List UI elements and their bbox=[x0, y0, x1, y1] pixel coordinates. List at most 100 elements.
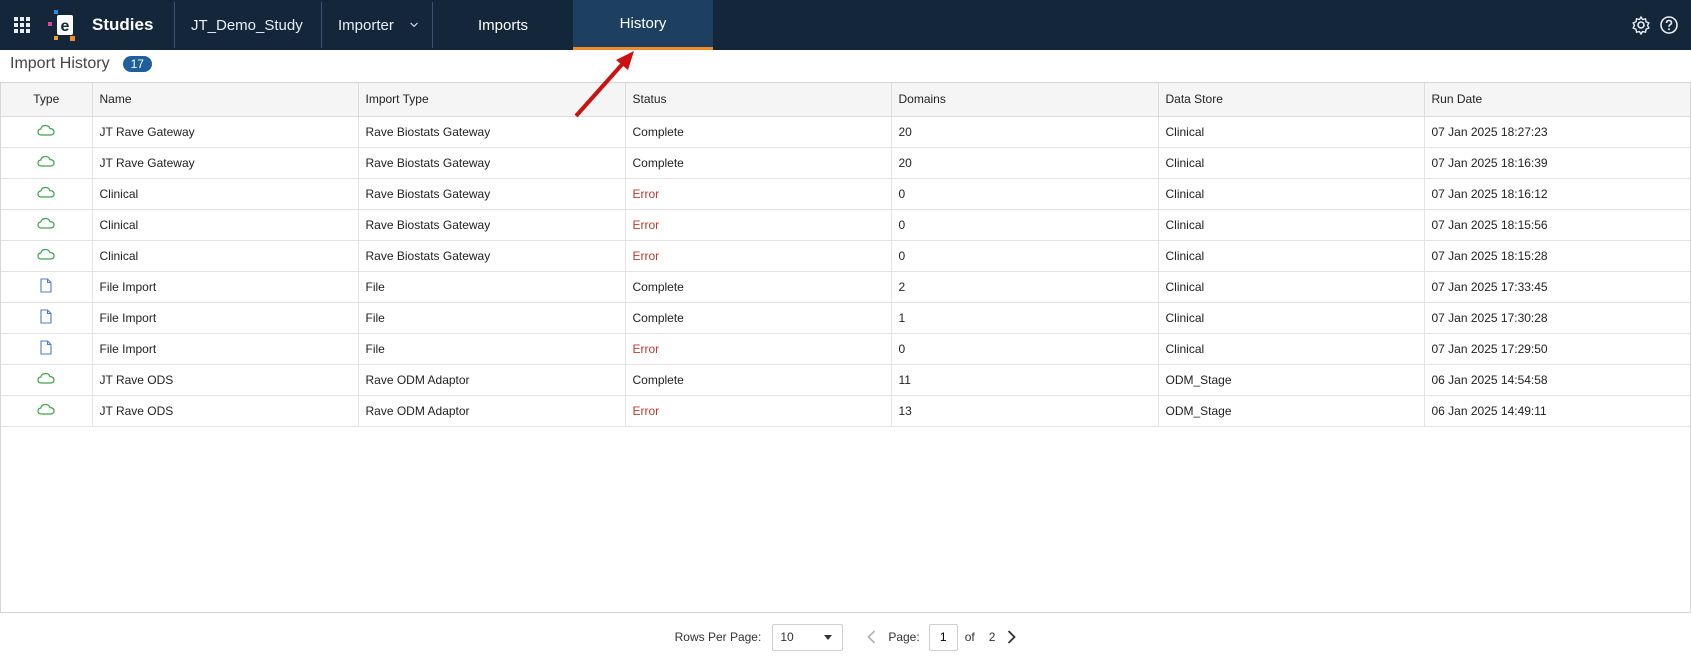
cell-import-type: File bbox=[358, 333, 626, 365]
import-history-table: Type Name Import Type Status Domains Dat… bbox=[0, 82, 1691, 613]
cell-run-date: 07 Jan 2025 18:16:12 bbox=[1424, 178, 1690, 210]
cell-status: Complete bbox=[625, 302, 892, 334]
cell-status: Error bbox=[625, 240, 892, 272]
cell-run-date: 06 Jan 2025 14:49:11 bbox=[1424, 395, 1690, 427]
table-row[interactable]: JT Rave ODS Rave ODM Adaptor Complete 11 ODM… bbox=[1, 364, 1690, 396]
cell-run-date: 07 Jan 2025 18:15:56 bbox=[1424, 209, 1690, 241]
cell-data-store: ODM_Stage bbox=[1158, 395, 1425, 427]
table-row[interactable]: File Import File Complete 2 Clinical 07 Jan 2… bbox=[1, 271, 1690, 303]
brand-title[interactable]: Studies bbox=[92, 15, 174, 35]
column-header-name[interactable]: Name bbox=[92, 83, 359, 117]
cell-import-type: Rave Biostats Gateway bbox=[358, 209, 626, 241]
table-row[interactable]: Clinical Rave Biostats Gateway Error 0 Clini… bbox=[1, 240, 1690, 272]
cell-name: JT Rave Gateway bbox=[92, 147, 359, 179]
table-row[interactable]: JT Rave Gateway Rave Biostats Gateway Comp… bbox=[1, 147, 1690, 179]
cell-domains: 2 bbox=[891, 271, 1159, 303]
total-pages: 2 bbox=[988, 630, 996, 644]
tab-imports[interactable]: Imports bbox=[433, 0, 573, 50]
table-row[interactable]: JT Rave Gateway Rave Biostats Gateway Comp… bbox=[1, 116, 1690, 148]
rows-per-page-label: Rows Per Page: bbox=[674, 630, 762, 644]
cloud-icon bbox=[37, 372, 55, 387]
cell-status: Complete bbox=[625, 364, 892, 396]
file-icon bbox=[40, 308, 52, 327]
previous-page-button[interactable] bbox=[867, 630, 876, 644]
cell-status: Complete bbox=[625, 271, 892, 303]
next-page-button[interactable] bbox=[1007, 630, 1017, 644]
cell-import-type: File bbox=[358, 271, 626, 303]
cell-type bbox=[1, 240, 93, 272]
cell-type bbox=[1, 395, 93, 427]
cell-name: File Import bbox=[92, 271, 359, 303]
module-dropdown[interactable]: Importer bbox=[322, 0, 432, 50]
cell-import-type: Rave ODM Adaptor bbox=[358, 364, 626, 396]
cell-import-type: Rave Biostats Gateway bbox=[358, 147, 626, 179]
cell-type bbox=[1, 209, 93, 241]
cell-type bbox=[1, 302, 93, 334]
cell-run-date: 07 Jan 2025 17:29:50 bbox=[1424, 333, 1690, 365]
cell-name: JT Rave Gateway bbox=[92, 116, 359, 148]
file-icon bbox=[40, 339, 52, 358]
file-icon bbox=[40, 277, 52, 296]
table-row[interactable]: Clinical Rave Biostats Gateway Error 0 Clini… bbox=[1, 178, 1690, 210]
module-dropdown-label: Importer bbox=[338, 16, 394, 34]
study-dropdown-label: JT_Demo_Study bbox=[191, 16, 303, 34]
cell-import-type: Rave Biostats Gateway bbox=[358, 178, 626, 210]
svg-text:e: e bbox=[61, 18, 70, 35]
cell-domains: 20 bbox=[891, 147, 1159, 179]
help-icon[interactable] bbox=[1659, 15, 1679, 35]
cloud-icon bbox=[37, 155, 55, 170]
cell-type bbox=[1, 147, 93, 179]
column-header-data-store[interactable]: Data Store bbox=[1158, 83, 1425, 117]
column-header-run-date[interactable]: Run Date bbox=[1424, 83, 1690, 117]
page-label: Page: bbox=[888, 630, 920, 644]
cell-name: JT Rave ODS bbox=[92, 364, 359, 396]
cell-import-type: Rave ODM Adaptor bbox=[358, 395, 626, 427]
cell-status: Error bbox=[625, 395, 892, 427]
cell-data-store: Clinical bbox=[1158, 333, 1425, 365]
cell-data-store: Clinical bbox=[1158, 302, 1425, 334]
cell-type bbox=[1, 364, 93, 396]
cell-status: Error bbox=[625, 209, 892, 241]
cell-import-type: Rave Biostats Gateway bbox=[358, 240, 626, 272]
table-row[interactable]: JT Rave ODS Rave ODM Adaptor Error 13 ODM_St… bbox=[1, 395, 1690, 427]
column-header-type[interactable]: Type bbox=[1, 83, 93, 117]
annotation-arrow-icon bbox=[574, 51, 634, 118]
table-row[interactable]: File Import File Complete 1 Clinical 07 Jan 2… bbox=[1, 302, 1690, 334]
cell-domains: 20 bbox=[891, 116, 1159, 148]
app-launcher-button[interactable] bbox=[2, 0, 42, 50]
tab-history[interactable]: History bbox=[573, 0, 713, 50]
rows-per-page-select[interactable]: 10 bbox=[772, 623, 844, 651]
table-row[interactable]: Clinical Rave Biostats Gateway Error 0 Clini… bbox=[1, 209, 1690, 241]
count-badge: 17 bbox=[122, 56, 152, 72]
page-number-input[interactable] bbox=[928, 623, 958, 651]
cell-domains: 1 bbox=[891, 302, 1159, 334]
page-header: Import History 17 bbox=[10, 55, 152, 73]
cell-status: Complete bbox=[625, 116, 892, 148]
cell-data-store: ODM_Stage bbox=[1158, 364, 1425, 396]
cell-run-date: 07 Jan 2025 18:16:39 bbox=[1424, 147, 1690, 179]
page-title: Import History bbox=[10, 55, 110, 72]
top-right-actions bbox=[1631, 15, 1679, 35]
cloud-icon bbox=[37, 248, 55, 263]
cell-name: Clinical bbox=[92, 209, 359, 241]
grid-icon bbox=[14, 17, 30, 33]
cell-domains: 13 bbox=[891, 395, 1159, 427]
cell-name: File Import bbox=[92, 302, 359, 334]
column-header-status[interactable]: Status bbox=[625, 83, 892, 117]
chevron-down-icon bbox=[410, 22, 418, 28]
settings-icon[interactable] bbox=[1631, 15, 1651, 35]
cell-name: Clinical bbox=[92, 240, 359, 272]
cloud-icon bbox=[37, 186, 55, 201]
column-header-domains[interactable]: Domains bbox=[891, 83, 1159, 117]
of-label: of bbox=[964, 630, 975, 644]
study-dropdown[interactable]: JT_Demo_Study bbox=[175, 0, 321, 50]
cell-name: File Import bbox=[92, 333, 359, 365]
table-row[interactable]: File Import File Error 0 Clinical 07 Jan 2025… bbox=[1, 333, 1690, 365]
cell-type bbox=[1, 333, 93, 365]
caret-down-icon bbox=[824, 634, 833, 640]
cell-domains: 0 bbox=[891, 209, 1159, 241]
cell-import-type: File bbox=[358, 302, 626, 334]
cell-run-date: 07 Jan 2025 18:27:23 bbox=[1424, 116, 1690, 148]
top-nav-bar: e Studies JT_Demo_Study Importer Imports… bbox=[0, 0, 1691, 50]
cell-name: JT Rave ODS bbox=[92, 395, 359, 427]
